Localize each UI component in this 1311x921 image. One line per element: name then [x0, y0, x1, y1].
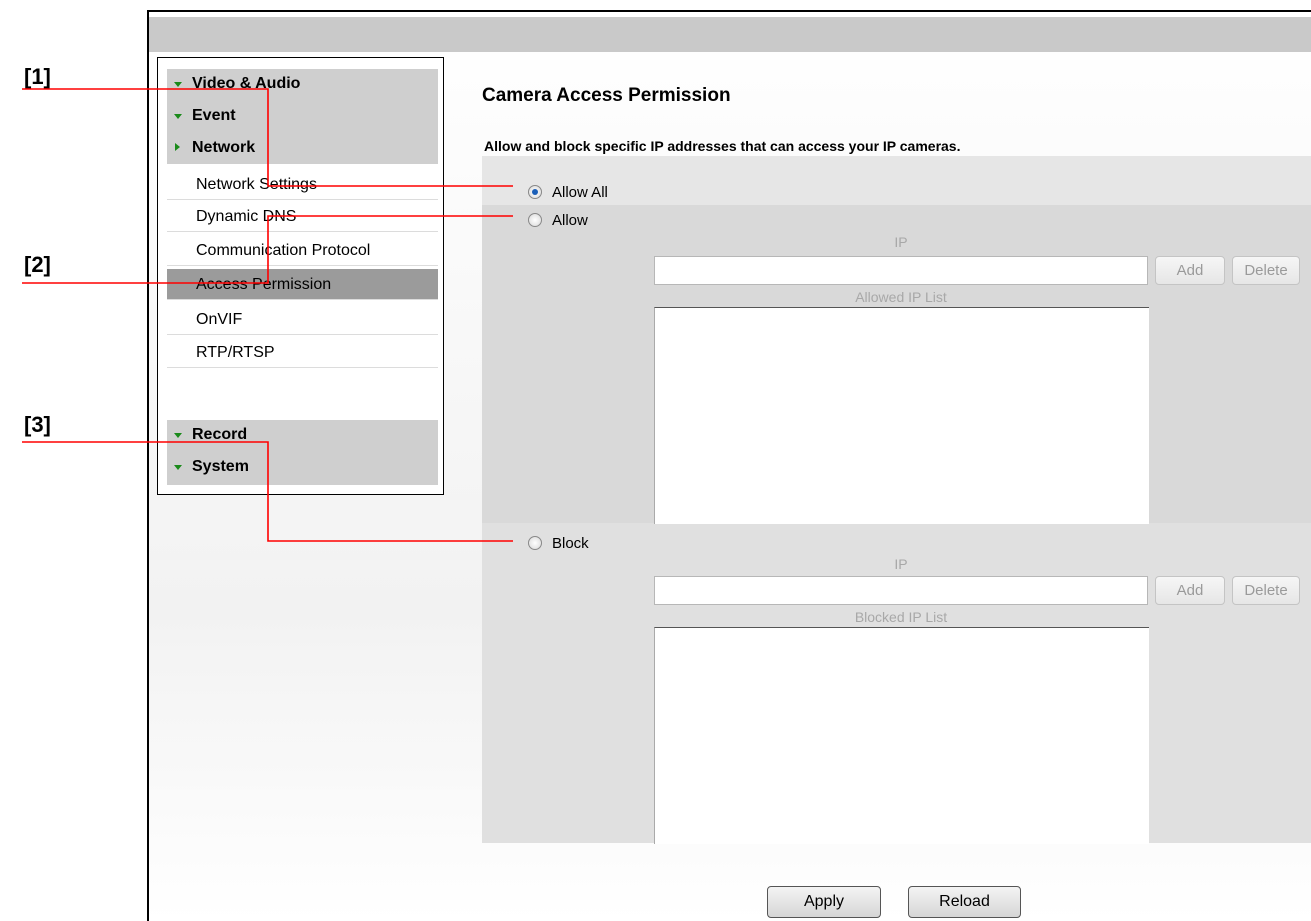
- radio-block[interactable]: Block: [528, 533, 589, 555]
- sidebar-item-label: Network Settings: [196, 176, 317, 193]
- sidebar-item-label: Access Permission: [196, 276, 332, 293]
- collapse-arrow-icon: [175, 143, 180, 151]
- allowed-ip-list[interactable]: [654, 307, 1149, 524]
- radio-selected-icon: [528, 185, 542, 199]
- sidebar-item-dynamic-dns[interactable]: Dynamic DNS: [167, 201, 438, 232]
- block-add-button[interactable]: Add: [1155, 576, 1225, 605]
- block-delete-button[interactable]: Delete: [1232, 576, 1300, 605]
- sidebar-item-rtp-rtsp[interactable]: RTP/RTSP: [167, 337, 438, 368]
- sidebar-item-access-permission[interactable]: Access Permission: [167, 269, 438, 300]
- sidebar-item-label: Communication Protocol: [196, 242, 371, 259]
- sidebar-group-label: System: [192, 458, 249, 475]
- sidebar-item-label: OnVIF: [196, 311, 243, 328]
- radio-unselected-icon: [528, 213, 542, 227]
- reload-button[interactable]: Reload: [908, 886, 1021, 918]
- expand-arrow-icon: [174, 433, 182, 438]
- sidebar-group-label: Event: [192, 107, 236, 124]
- radio-label: Block: [552, 535, 589, 552]
- allow-ip-label: IP: [894, 234, 908, 250]
- allow-add-button[interactable]: Add: [1155, 256, 1225, 285]
- sidebar-item-communication-protocol[interactable]: Communication Protocol: [167, 235, 438, 266]
- radio-label: Allow All: [552, 184, 608, 201]
- sidebar-group-event[interactable]: Event: [167, 101, 236, 131]
- block-ip-input[interactable]: [654, 576, 1148, 605]
- page-description: Allow and block specific IP addresses th…: [484, 138, 961, 154]
- annotation-label-3: [3]: [24, 412, 51, 437]
- expand-arrow-icon: [174, 114, 182, 119]
- block-ip-label: IP: [894, 556, 908, 572]
- sidebar-group-network[interactable]: Network: [167, 133, 255, 163]
- sidebar-nav: Video & Audio Event Network Network Sett…: [157, 57, 444, 495]
- page-title: Camera Access Permission: [482, 85, 731, 106]
- blocked-ip-list[interactable]: [654, 627, 1149, 844]
- sidebar-group-record[interactable]: Record: [167, 420, 247, 450]
- expand-arrow-icon: [174, 82, 182, 87]
- radio-allow-all[interactable]: Allow All: [528, 182, 608, 204]
- radio-label: Allow: [552, 212, 588, 229]
- blocked-ip-list-label: Blocked IP List: [854, 609, 948, 625]
- sidebar-item-label: RTP/RTSP: [196, 344, 275, 361]
- sidebar-item-onvif[interactable]: OnVIF: [167, 304, 438, 335]
- sidebar-group-label: Record: [192, 426, 248, 443]
- allow-ip-input[interactable]: [654, 256, 1148, 285]
- allow-delete-button[interactable]: Delete: [1232, 256, 1300, 285]
- sidebar-item-label: Dynamic DNS: [196, 208, 297, 225]
- allowed-ip-list-label: Allowed IP List: [855, 289, 947, 305]
- sidebar-top-groups: Video & Audio Event Network: [167, 69, 438, 164]
- radio-unselected-icon: [528, 536, 542, 550]
- sidebar-group-video-audio[interactable]: Video & Audio: [167, 69, 300, 99]
- sidebar-group-label: Network: [192, 139, 256, 156]
- sidebar-group-label: Video & Audio: [192, 75, 301, 92]
- radio-allow[interactable]: Allow: [528, 210, 588, 232]
- top-bar: [149, 17, 1311, 52]
- apply-button[interactable]: Apply: [767, 886, 881, 918]
- annotation-label-1: [1]: [24, 64, 51, 89]
- sidebar-bottom-groups: Record System: [167, 420, 438, 485]
- sidebar-item-network-settings[interactable]: Network Settings: [167, 169, 438, 200]
- sidebar-group-system[interactable]: System: [167, 452, 249, 482]
- expand-arrow-icon: [174, 465, 182, 470]
- annotation-label-2: [2]: [24, 252, 51, 277]
